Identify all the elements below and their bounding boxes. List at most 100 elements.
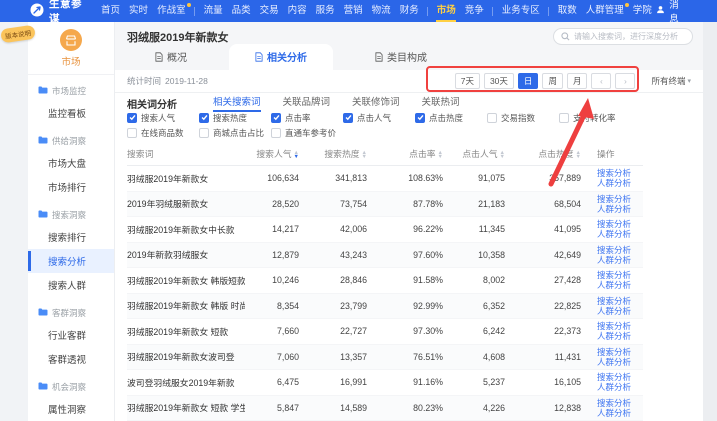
value-cell-search-popularity: 106,634: [245, 173, 299, 183]
value-cell-search-popularity: 7,660: [245, 326, 299, 336]
sidebar-section-header-search-insight[interactable]: 搜索洞察: [28, 205, 114, 225]
metric-checkbox-search-heat[interactable]: 搜索热度: [199, 112, 271, 124]
tab-label: 相关分析: [267, 49, 307, 64]
column-header-search-heat[interactable]: 搜索热度▲▼: [299, 147, 367, 160]
sidebar-section-header-customer-insight[interactable]: 客群洞察: [28, 303, 114, 323]
nav-item-flow[interactable]: 流量: [199, 0, 227, 22]
search-analysis-link[interactable]: 搜索分析: [597, 321, 643, 331]
user-menu[interactable]: 消息: [656, 0, 683, 25]
metric-checkbox-label: 搜索人气: [141, 112, 175, 124]
metric-checkbox-online-items[interactable]: 在线商品数: [127, 127, 199, 139]
crowd-analysis-link[interactable]: 人群分析: [597, 331, 643, 341]
nav-item-content[interactable]: 内容: [283, 0, 311, 22]
nav-item-trade[interactable]: 交易: [255, 0, 283, 22]
nav-item-marketing[interactable]: 营销: [339, 0, 367, 22]
nav-item-category[interactable]: 品类: [227, 0, 255, 22]
analysis-tab-related-brand-words[interactable]: 关联品牌词: [283, 94, 331, 112]
brand-logo-icon: [30, 3, 44, 20]
terminal-filter-dropdown[interactable]: 所有终端 ▾: [651, 75, 691, 87]
metric-checkbox-label: 搜索热度: [213, 112, 247, 124]
sidebar-item-search-analysis[interactable]: 搜索分析: [28, 249, 114, 273]
scrollbar-track[interactable]: [703, 22, 717, 421]
metric-checkbox-search-popularity[interactable]: 搜索人气: [127, 112, 199, 124]
value-cell-click-popularity: 4,226: [443, 403, 505, 413]
metric-checkbox-pay-conversion[interactable]: 支付转化率: [559, 112, 631, 124]
column-header-click-popularity[interactable]: 点击人气▲▼: [443, 147, 505, 160]
value-cell-click-rate: 87.78%: [367, 199, 443, 209]
crowd-analysis-link[interactable]: 人群分析: [597, 382, 643, 392]
tab-related-analysis[interactable]: 相关分析: [229, 44, 333, 70]
search-analysis-link[interactable]: 搜索分析: [597, 245, 643, 255]
analysis-tab-related-hot-words[interactable]: 关联热词: [422, 94, 460, 112]
search-analysis-link[interactable]: 搜索分析: [597, 398, 643, 408]
range-button-30d[interactable]: 30天: [484, 73, 514, 89]
sidebar-item-search-rank[interactable]: 搜索排行: [28, 225, 114, 249]
range-button-day[interactable]: 日: [518, 73, 539, 89]
crowd-analysis-link[interactable]: 人群分析: [597, 178, 643, 188]
metric-checkbox-click-rate[interactable]: 点击率: [271, 112, 343, 124]
analysis-tab-related-search-words[interactable]: 相关搜索词: [213, 94, 261, 112]
sidebar-section-header-market-monitor[interactable]: 市场监控: [28, 81, 114, 101]
range-button-month[interactable]: 月: [567, 73, 588, 89]
search-analysis-link[interactable]: 搜索分析: [597, 219, 643, 229]
nav-item-data-fetch[interactable]: 取数: [553, 0, 581, 22]
search-analysis-link[interactable]: 搜索分析: [597, 270, 643, 280]
nav-item-service[interactable]: 服务: [311, 0, 339, 22]
nav-item-market[interactable]: 市场: [432, 0, 460, 22]
table-body: 羽绒服2019年新款女106,634341,813108.63%91,07535…: [127, 166, 643, 421]
analysis-tab-related-modifier-words[interactable]: 关联修饰词: [352, 94, 400, 112]
next-period-button[interactable]: ›: [615, 73, 635, 89]
nav-item-realtime[interactable]: 实时: [125, 0, 153, 22]
value-cell-search-heat: 73,754: [299, 199, 367, 209]
crowd-analysis-link[interactable]: 人群分析: [597, 255, 643, 265]
sidebar-item-monitor-board[interactable]: 监控看板: [28, 101, 114, 125]
value-cell-click-popularity: 11,345: [443, 224, 505, 234]
prev-period-button[interactable]: ‹: [591, 73, 611, 89]
search-analysis-link[interactable]: 搜索分析: [597, 194, 643, 204]
nav-item-logistics[interactable]: 物流: [367, 0, 395, 22]
nav-item-compete[interactable]: 竞争: [460, 0, 488, 22]
search-analysis-link[interactable]: 搜索分析: [597, 347, 643, 357]
nav-item-war-room[interactable]: 作战室: [153, 0, 191, 22]
keyword-search-box[interactable]: [553, 28, 693, 45]
range-button-week[interactable]: 周: [542, 73, 563, 89]
metric-checkbox-mall-click-share[interactable]: 商城点击占比: [199, 127, 271, 139]
nav-item-crowd-mgmt[interactable]: 人群管理: [581, 0, 628, 22]
nav-item-business-zone[interactable]: 业务专区: [497, 0, 544, 22]
column-header-click-heat[interactable]: 点击热度▲▼: [505, 147, 581, 160]
sidebar-section-market-monitor: 市场监控监控看板: [28, 81, 114, 125]
range-button-7d[interactable]: 7天: [455, 73, 480, 89]
metric-checkbox-click-heat[interactable]: 点击热度: [415, 112, 487, 124]
range-buttons: 7天30天日周月: [455, 73, 588, 89]
sidebar-section-header-opportunity-insight[interactable]: 机会洞察: [28, 377, 114, 397]
tab-overview[interactable]: 概况: [141, 44, 201, 70]
crowd-analysis-link[interactable]: 人群分析: [597, 204, 643, 214]
column-header-search-popularity[interactable]: 搜索人气▲▼: [245, 147, 299, 160]
search-analysis-link[interactable]: 搜索分析: [597, 372, 643, 382]
metric-checkbox-trade-index[interactable]: 交易指数: [487, 112, 559, 124]
sidebar-item-attribute-insight[interactable]: 属性洞察: [28, 397, 114, 421]
brand[interactable]: 生意参谋: [30, 0, 83, 26]
search-analysis-link[interactable]: 搜索分析: [597, 168, 643, 178]
nav-item-home[interactable]: 首页: [97, 0, 125, 22]
metric-checkbox-ztc-ref-price[interactable]: 直通车参考价: [271, 127, 343, 139]
search-input[interactable]: [574, 32, 685, 41]
sidebar-section-header-supply-insight[interactable]: 供给洞察: [28, 131, 114, 151]
nav-item-finance[interactable]: 财务: [395, 0, 423, 22]
sidebar-item-market-overview[interactable]: 市场大盘: [28, 151, 114, 175]
crowd-analysis-link[interactable]: 人群分析: [597, 229, 643, 239]
metric-checkbox-click-popularity[interactable]: 点击人气: [343, 112, 415, 124]
crowd-analysis-link[interactable]: 人群分析: [597, 357, 643, 367]
sidebar-item-search-crowd[interactable]: 搜索人群: [28, 273, 114, 297]
crowd-analysis-link[interactable]: 人群分析: [597, 306, 643, 316]
value-cell-search-popularity: 7,060: [245, 352, 299, 362]
tab-category-composition[interactable]: 类目构成: [361, 44, 441, 70]
nav-item-academy[interactable]: 学院: [628, 0, 656, 22]
sidebar-item-crowd-perspective[interactable]: 客群透视: [28, 347, 114, 371]
sidebar-item-market-rank[interactable]: 市场排行: [28, 175, 114, 199]
crowd-analysis-link[interactable]: 人群分析: [597, 408, 643, 418]
column-header-click-rate[interactable]: 点击率▲▼: [367, 147, 443, 160]
sidebar-item-industry-crowd[interactable]: 行业客群: [28, 323, 114, 347]
crowd-analysis-link[interactable]: 人群分析: [597, 280, 643, 290]
search-analysis-link[interactable]: 搜索分析: [597, 296, 643, 306]
